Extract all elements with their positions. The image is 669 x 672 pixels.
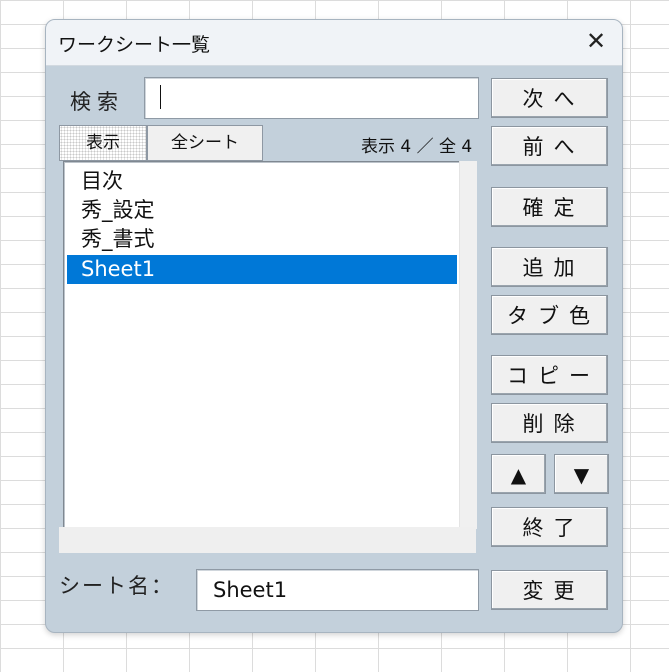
tab-color-button[interactable]: タブ色	[491, 295, 608, 335]
sheet-name-label: シート名：	[59, 574, 174, 598]
text-caret	[160, 85, 161, 109]
sheet-name-value: Sheet1	[213, 578, 288, 602]
title-bar[interactable]: ワークシート一覧 ✕	[46, 20, 622, 66]
tab-all-sheets[interactable]: 全シート	[147, 125, 263, 161]
next-button[interactable]: 次へ	[491, 78, 608, 118]
window-title: ワークシート一覧	[58, 34, 211, 56]
close-icon[interactable]: ✕	[582, 27, 610, 55]
list-footer	[59, 527, 476, 553]
sheet-listbox[interactable]: 目次 秀_設定 秀_書式 Sheet1	[63, 161, 461, 529]
confirm-button[interactable]: 確定	[491, 187, 608, 227]
list-item-selected[interactable]: Sheet1	[67, 255, 457, 284]
list-item[interactable]: 目次	[67, 167, 457, 196]
rename-button[interactable]: 変更	[491, 570, 608, 610]
tab-visible[interactable]: 表示	[59, 125, 147, 161]
add-button[interactable]: 追加	[491, 247, 608, 287]
list-scroll-track[interactable]	[459, 161, 477, 529]
prev-button[interactable]: 前へ	[491, 126, 608, 166]
move-up-button[interactable]: ▲	[491, 454, 546, 494]
search-label: 検索	[70, 90, 124, 114]
list-item[interactable]: 秀_設定	[67, 196, 457, 225]
copy-button[interactable]: コピー	[491, 355, 608, 395]
sheet-name-input[interactable]: Sheet1	[196, 569, 479, 611]
worksheet-list-dialog: ワークシート一覧 ✕ 検索 表示 全シート 表示 4 ／ 全 4 目次 秀_設定…	[45, 19, 623, 633]
move-down-button[interactable]: ▼	[554, 454, 609, 494]
exit-button[interactable]: 終了	[491, 507, 608, 547]
list-item[interactable]: 秀_書式	[67, 225, 457, 254]
sheet-count: 表示 4 ／ 全 4	[361, 137, 473, 157]
delete-button[interactable]: 削除	[491, 403, 608, 443]
search-input[interactable]	[144, 77, 479, 119]
